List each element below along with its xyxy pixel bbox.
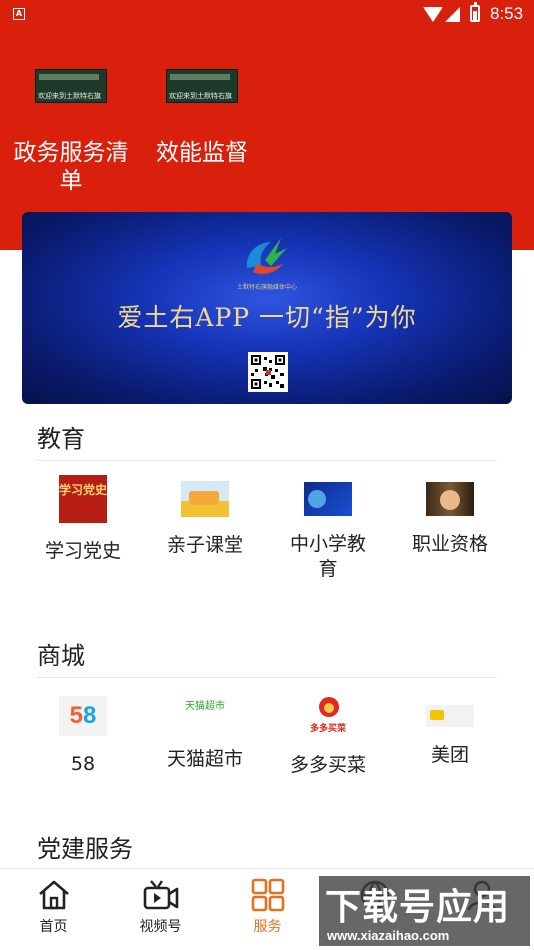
video-camera-icon	[143, 880, 178, 910]
thumbnail-caption: 欢迎来到土默特右旗	[169, 92, 232, 100]
duoduo-grocery-icon: 多多买菜	[304, 695, 352, 737]
career-qualification-icon	[426, 482, 474, 516]
edu-item-parent-class[interactable]: 亲子课堂	[144, 475, 266, 558]
edu-item-party-history[interactable]: 学习党史 学习党史	[22, 475, 144, 564]
efficiency-supervision-button[interactable]: 欢迎来到土默特右旗 效能监督	[137, 69, 267, 167]
meituan-rider-shape	[430, 710, 444, 720]
mall-item-meituan[interactable]: 美团	[389, 692, 511, 768]
grid-item-label: 职业资格	[411, 533, 488, 555]
grid-item-label: 天猫超市	[166, 748, 243, 770]
tab-services[interactable]: 服务	[214, 869, 321, 950]
section-title-party: 党建服务	[37, 835, 133, 863]
pepper-shape	[319, 697, 339, 717]
media-center-logo	[246, 238, 287, 274]
tab-home[interactable]: 首页	[0, 869, 107, 950]
watermark-title: 下载号应用	[325, 887, 511, 928]
home-icon	[38, 880, 69, 910]
app-notification-icon: A	[13, 8, 25, 20]
k12-education-icon	[304, 482, 352, 516]
mall-item-tmall[interactable]: 天猫超市 天猫超市	[144, 692, 266, 772]
section-divider	[37, 677, 497, 678]
qr-code-icon	[248, 352, 288, 392]
gov-service-thumbnail: 欢迎来到土默特右旗	[35, 69, 107, 103]
duoduo-icon-text: 多多买菜	[309, 724, 346, 734]
edu-item-career[interactable]: 职业资格	[389, 475, 511, 557]
mall-item-duoduo[interactable]: 多多买菜 多多买菜	[267, 692, 389, 778]
thumbnail-header-bar	[170, 74, 230, 80]
status-time: 8:53	[490, 4, 524, 23]
meituan-icon	[426, 705, 474, 727]
tmall-supermarket-icon: 天猫超市	[181, 701, 229, 731]
tab-video[interactable]: 视频号	[107, 869, 214, 950]
parent-class-icon	[181, 481, 229, 517]
edu-item-k12[interactable]: 中小学教育	[267, 475, 389, 582]
efficiency-label: 效能监督	[156, 140, 248, 166]
grid-services-icon	[251, 878, 284, 912]
grid-item-label: 美团	[430, 744, 469, 766]
grid-item-label: 中小学教育	[289, 533, 366, 580]
thumbnail-caption: 欢迎来到土默特右旗	[38, 92, 101, 100]
tab-label: 视频号	[139, 919, 182, 935]
battery-icon	[470, 2, 480, 22]
banner-slogan: 爱土右APP 一切“指”为你	[117, 303, 417, 332]
section-divider	[37, 460, 497, 461]
site-watermark: 下载号应用 www.xiazaihao.com	[319, 876, 530, 946]
58-logo-icon: 58	[59, 696, 107, 736]
grid-item-label: 亲子课堂	[166, 534, 243, 556]
grid-item-label: 学习党史	[44, 540, 121, 562]
grid-item-label: 58	[70, 753, 96, 775]
status-bar: A 8:53	[0, 0, 534, 30]
section-title-education: 教育	[37, 425, 85, 453]
tmall-icon-text: 天猫超市	[185, 701, 225, 712]
thumbnail-header-bar	[39, 74, 99, 80]
tab-label: 首页	[39, 919, 68, 935]
mall-item-58[interactable]: 58 58	[22, 692, 144, 777]
grid-item-label: 多多买菜	[289, 754, 366, 776]
efficiency-thumbnail: 欢迎来到土默特右旗	[166, 69, 238, 103]
signal-icon	[445, 7, 460, 22]
party-history-icon: 学习党史	[59, 475, 107, 523]
tab-label: 服务	[253, 919, 282, 935]
gov-service-label: 政务服务清单	[13, 140, 129, 194]
wifi-icon	[423, 7, 443, 22]
watermark-url: www.xiazaihao.com	[327, 928, 450, 943]
logo-caption: 土默特右旗融媒体中心	[236, 284, 297, 291]
section-title-mall: 商城	[37, 642, 85, 670]
promo-banner[interactable]: 土默特右旗融媒体中心 爱土右APP 一切“指”为你	[22, 212, 512, 404]
gov-service-list-button[interactable]: 欢迎来到土默特右旗 政务服务清单	[6, 69, 136, 195]
